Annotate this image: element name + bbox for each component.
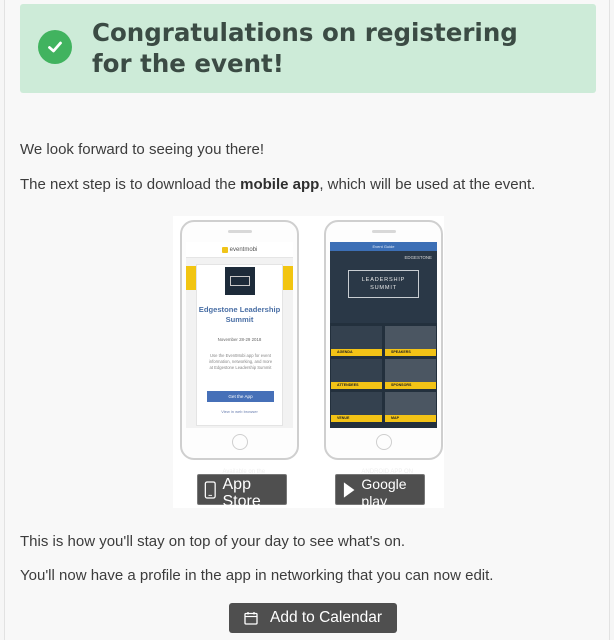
invite-screen: eventmobi Edgestone Leadership Summit No… [186, 242, 293, 428]
invite-card: Edgestone Leadership Summit November 28-… [196, 264, 283, 426]
phone-speaker [227, 230, 252, 233]
next-step-prefix: The next step is to download the [20, 176, 241, 193]
eventmobi-logo: eventmobi [186, 242, 293, 258]
app-promo-image: eventmobi Edgestone Leadership Summit No… [173, 216, 444, 510]
tile-attendees: ATTENDEES [331, 359, 382, 389]
tile-label: AGENDA [331, 349, 382, 356]
logo-text: eventmobi [229, 246, 258, 253]
phone-home-button [231, 434, 248, 450]
app-bar: Event Guide [330, 242, 437, 251]
tile-venue: VENUE [331, 392, 382, 422]
google-play-small-text: ANDROID APP ON [361, 469, 413, 475]
phone-mockup-invite: eventmobi Edgestone Leadership Summit No… [180, 220, 299, 460]
event-title: Edgestone Leadership Summit [198, 305, 281, 324]
event-thumbnail [223, 265, 257, 297]
event-date: November 28-29 2018 [217, 337, 262, 342]
phone-icon [204, 480, 216, 499]
profile-text: You'll now have a profile in the app in … [20, 567, 494, 584]
app-hero: EDGESTONE LEADERSHIP SUMMIT [330, 251, 437, 323]
tile-label: ATTENDEES [331, 382, 382, 389]
phone-mockup-app: Event Guide EDGESTONE LEADERSHIP SUMMIT … [324, 220, 443, 460]
edgestone-logo: EDGESTONE [404, 255, 433, 260]
next-step-suffix: , which will be used at the event. [319, 176, 536, 193]
phone-speaker [371, 230, 396, 233]
play-icon [343, 481, 355, 498]
checkmark-icon [38, 30, 72, 64]
tile-label: SPEAKERS [385, 349, 436, 356]
banner-title: Congratulations on registering for the e… [92, 18, 518, 78]
add-to-calendar-label: Add to Calendar [269, 609, 383, 626]
success-banner: Congratulations on registering for the e… [20, 4, 596, 93]
app-store-badge[interactable]: Available on the App Store [197, 469, 287, 510]
next-step-text: The next step is to download the mobile … [20, 176, 535, 193]
tile-agenda: AGENDA [331, 326, 382, 356]
app-tiles: AGENDA SPEAKERS ATTENDEES SPONSORS VENUE… [331, 326, 436, 422]
google-play-text: Google play [361, 476, 407, 509]
logo-mark-icon [221, 246, 228, 253]
tile-speakers: SPEAKERS [385, 326, 436, 356]
tile-label: SPONSORS [385, 382, 436, 389]
mobile-app-emphasis: mobile app [240, 176, 320, 193]
intro-text: We look forward to seeing you there! [20, 141, 265, 158]
app-store-text: App Store [222, 476, 261, 510]
app-screen: Event Guide EDGESTONE LEADERSHIP SUMMIT … [330, 242, 437, 428]
tile-map: MAP [385, 392, 436, 422]
tile-label: MAP [385, 415, 436, 422]
google-play-badge[interactable]: ANDROID APP ON Google play [335, 469, 425, 509]
stay-on-top-text: This is how you'll stay on top of your d… [20, 533, 406, 550]
event-description: Use the EventMobi app for event informat… [208, 353, 273, 370]
phone-home-button [375, 434, 392, 450]
tile-sponsors: SPONSORS [385, 359, 436, 389]
get-app-button: Get the App [207, 391, 274, 402]
page: Congratulations on registering for the e… [4, 0, 610, 640]
app-store-small-text: Available on the [222, 469, 266, 475]
calendar-icon [244, 612, 258, 625]
add-to-calendar-button[interactable]: Add to Calendar [229, 603, 397, 633]
hero-title: LEADERSHIP SUMMIT [348, 270, 419, 298]
tile-label: VENUE [331, 415, 382, 422]
web-browser-link: View in web browser [221, 409, 258, 414]
